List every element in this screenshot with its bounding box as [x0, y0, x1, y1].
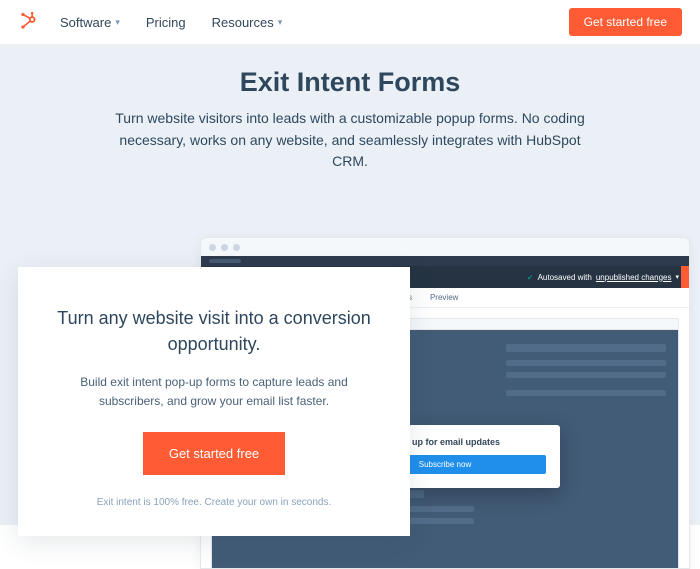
nav-links: Software▾ Pricing Resources▾ [60, 15, 282, 30]
hubspot-logo-icon[interactable] [18, 12, 38, 32]
promo-card: Turn any website visit into a conversion… [18, 267, 410, 536]
check-icon: ✓ [527, 273, 534, 282]
nav-pricing[interactable]: Pricing [146, 15, 186, 30]
nav-software[interactable]: Software▾ [60, 15, 120, 30]
chevron-down-icon: ▾ [278, 17, 283, 28]
mockup-breadcrumb-bar [201, 256, 689, 266]
top-nav: Software▾ Pricing Resources▾ Get started… [0, 0, 700, 45]
hero-section: Exit Intent Forms Turn website visitors … [0, 45, 700, 525]
hero-title: Exit Intent Forms [0, 67, 700, 98]
nav-resources[interactable]: Resources▾ [212, 15, 283, 30]
tab-item: Preview [430, 293, 458, 302]
card-body: Build exit intent pop-up forms to captur… [50, 373, 378, 410]
autosave-text: Autosaved with [538, 273, 592, 282]
hero-subtitle: Turn website visitors into leads with a … [115, 108, 585, 173]
autosave-link: unpublished changes [596, 273, 672, 282]
orange-accent [681, 266, 689, 288]
card-headline: Turn any website visit into a conversion… [50, 305, 378, 357]
chevron-down-icon: ▾ [675, 273, 679, 281]
window-controls [201, 238, 689, 256]
card-cta-button[interactable]: Get started free [143, 432, 285, 475]
card-fineprint: Exit intent is 100% free. Create your ow… [50, 497, 378, 508]
get-started-button[interactable]: Get started free [569, 8, 682, 36]
chevron-down-icon: ▾ [115, 17, 120, 28]
